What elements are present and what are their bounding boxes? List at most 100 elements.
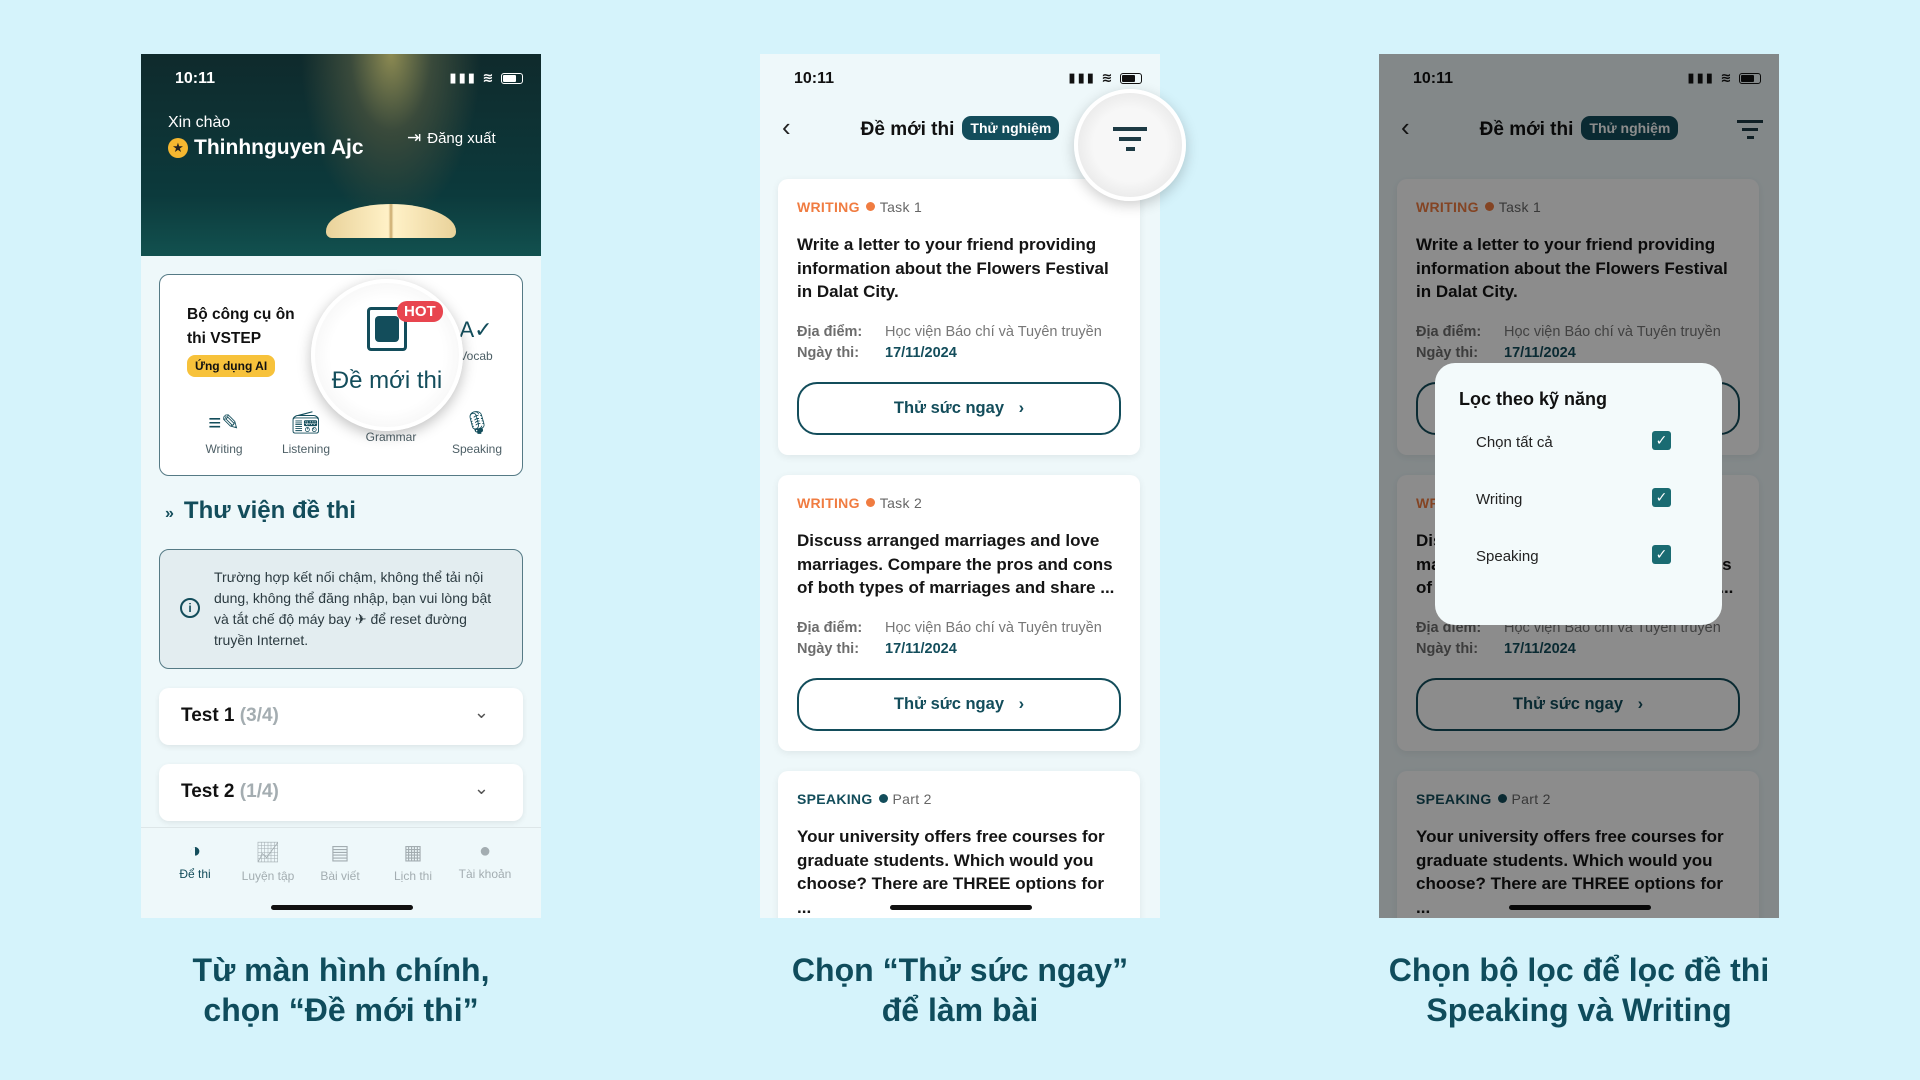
test-name: Test 1: [181, 705, 235, 726]
exam-tag: WRITING Task 1: [797, 199, 1121, 215]
filter-option-label: Chọn tất cả: [1476, 434, 1553, 451]
microphone-icon: 🎙︎: [463, 410, 491, 435]
nav-articles[interactable]: ▤ Bài viết: [304, 840, 376, 883]
caption-line: Speaking và Writing: [1426, 992, 1732, 1028]
caption-line: Chọn bộ lọc để lọc đề thi: [1388, 952, 1770, 988]
filter-button-magnified[interactable]: [1074, 89, 1186, 201]
nav-label: Để thi: [179, 867, 211, 881]
exam-tag: SPEAKING Part 2: [797, 791, 1121, 807]
exam-icon: ◑: [188, 840, 202, 862]
filter-option[interactable]: Writing ✓: [1459, 488, 1698, 548]
double-chevron-icon: »: [165, 505, 174, 522]
location-label: Địa điểm:: [797, 619, 863, 636]
tool-grammar[interactable]: Grammar: [356, 430, 426, 444]
tools-title: Bộ công cụ ôn thi VSTEP: [187, 306, 295, 347]
featured-label: Đề mới thi: [331, 367, 443, 394]
status-icons: ▮▮▮ ≋: [1068, 70, 1142, 86]
exam-question: Write a letter to your friend providing …: [797, 235, 1109, 301]
tool-label: Speaking: [451, 442, 503, 456]
user-name: ★ Thinhnguyen Ajc: [168, 136, 364, 160]
location-label: Địa điểm:: [797, 323, 863, 340]
article-icon: ▤: [330, 842, 350, 864]
tool-label: Writing: [205, 442, 243, 456]
home-indicator: [890, 905, 1032, 910]
page-title-text: Đề mới thi: [860, 119, 955, 140]
nav-label: Tài khoản: [458, 867, 512, 881]
filter-option[interactable]: Chọn tất cả ✓: [1459, 431, 1698, 491]
beta-badge: Thử nghiệm: [962, 116, 1060, 140]
filter-option-label: Writing: [1476, 491, 1523, 508]
tool-speaking[interactable]: 🎙︎ Speaking: [442, 410, 512, 456]
exam-card: WRITING Task 1 Write a letter to your fri…: [778, 179, 1140, 455]
date-label: Ngày thi:: [797, 640, 860, 657]
nav-exams[interactable]: ◑ Để thi: [159, 840, 231, 881]
nav-label: Luyện tập: [241, 869, 295, 883]
test-2-accordion[interactable]: Test 2 (1/4) ⌄: [159, 764, 523, 821]
checkbox-checked-icon[interactable]: ✓: [1652, 488, 1671, 507]
exam-question: Discuss arranged marriages and love marr…: [797, 531, 1115, 597]
logout-label: Đăng xuất: [427, 130, 496, 147]
status-time: 10:11: [175, 70, 216, 87]
caption-step-2: Chọn “Thử sức ngay” để làm bài: [700, 950, 1220, 1030]
library-title: » Thư viện đề thi: [165, 497, 356, 525]
hero-banner: 10:11 ▮▮▮ ≋ Xin chào ★ Thinhnguyen Ajc ⇥ Đ…: [141, 54, 541, 256]
practice-icon: 📈︎: [255, 842, 281, 864]
exam-list-screen: 10:11 ▮▮▮ ≋ ‹ Đề mới thi Thử nghiệm WRITI…: [760, 54, 1186, 918]
caption-line: để làm bài: [881, 992, 1039, 1028]
exam-card: SPEAKING Part 2 Your university offers fr…: [778, 771, 1140, 918]
filter-option-label: Speaking: [1476, 548, 1539, 565]
caption-line: Từ màn hình chính,: [192, 952, 490, 988]
bottom-nav: ◑ Để thi 📈︎ Luyện tập ▤ Bài viết ▦ Lịch thi …: [141, 827, 541, 918]
account-icon: ●: [478, 840, 492, 862]
try-now-button[interactable]: Thử sức ngay ›: [797, 381, 1121, 435]
try-label: Thử sức ngay: [893, 694, 1004, 713]
exam-meta: Địa điểm: Học viện Báo chí và Tuyên truyề…: [797, 618, 1121, 660]
info-text: Trường hợp kết nối chậm, không thể tải n…: [214, 569, 492, 648]
home-screen: 10:11 ▮▮▮ ≋ Xin chào ★ Thinhnguyen Ajc ⇥ Đ…: [141, 54, 541, 918]
tool-label: Grammar: [365, 430, 417, 444]
chevron-down-icon: ⌄: [473, 778, 489, 798]
filter-screen: 10:11 ▮▮▮ ≋ ‹ Đề mới thi Thử nghiệm WRITI…: [1379, 54, 1779, 918]
user-name-text: Thinhnguyen Ajc: [194, 136, 364, 159]
library-title-text: Thư viện đề thi: [183, 497, 356, 524]
checkbox-checked-icon[interactable]: ✓: [1652, 431, 1671, 450]
location-value: Học viện Báo chí và Tuyên truyền: [885, 323, 1102, 340]
logout-icon: ⇥: [407, 128, 422, 147]
skill-label: WRITING: [797, 495, 860, 511]
test-name: Test 2: [181, 781, 235, 802]
test-progress: (3/4): [239, 705, 279, 726]
tool-writing[interactable]: ≡✎ Writing: [189, 410, 259, 456]
hot-badge: HOT: [397, 301, 443, 322]
skill-label: SPEAKING: [797, 791, 873, 807]
location-value: Học viện Báo chí và Tuyên truyền: [885, 619, 1102, 636]
skill-filter-popup: Lọc theo kỹ năng Chọn tất cả ✓ Writing ✓ Spea…: [1435, 363, 1722, 625]
info-notice: i Trường hợp kết nối chậm, không thể tải…: [159, 549, 523, 669]
nav-label: Bài viết: [320, 869, 360, 883]
nav-account[interactable]: ● Tài khoản: [449, 840, 521, 881]
test-1-accordion[interactable]: Test 1 (3/4) ⌄: [159, 688, 523, 745]
date-value: 17/11/2024: [885, 344, 957, 361]
ai-badge[interactable]: Ứng dụng AI: [187, 355, 276, 377]
tool-label: Listening: [281, 442, 331, 456]
greeting: Xin chào: [168, 114, 231, 131]
status-time: 10:11: [794, 70, 835, 87]
caption-step-1: Từ màn hình chính, chọn “Đề mới thi”: [81, 950, 601, 1030]
star-badge-icon: ★: [168, 138, 188, 158]
checkbox-checked-icon[interactable]: ✓: [1652, 545, 1671, 564]
filter-option[interactable]: Speaking ✓: [1459, 545, 1698, 605]
featured-new-exam-button[interactable]: HOT Đề mới thi: [311, 279, 463, 431]
home-indicator: [271, 905, 413, 910]
nav-schedule[interactable]: ▦ Lịch thi: [377, 840, 449, 883]
part-label: Task 1: [879, 199, 923, 215]
caption-step-3: Chọn bộ lọc để lọc đề thi Speaking và Wri…: [1319, 950, 1839, 1030]
logout-button[interactable]: ⇥ Đăng xuất: [407, 128, 496, 148]
writing-icon: ≡✎: [208, 410, 240, 435]
nav-practice[interactable]: 📈︎ Luyện tập: [232, 840, 304, 883]
calendar-icon: ▦: [403, 842, 423, 864]
tool-label: Vocab: [459, 349, 493, 363]
tool-listening[interactable]: 📻︎ Listening: [271, 410, 341, 456]
radio-icon: 📻︎: [292, 410, 320, 435]
try-now-button[interactable]: Thử sức ngay ›: [797, 677, 1121, 731]
try-label: Thử sức ngay: [893, 398, 1004, 417]
part-label: Task 2: [879, 495, 923, 511]
